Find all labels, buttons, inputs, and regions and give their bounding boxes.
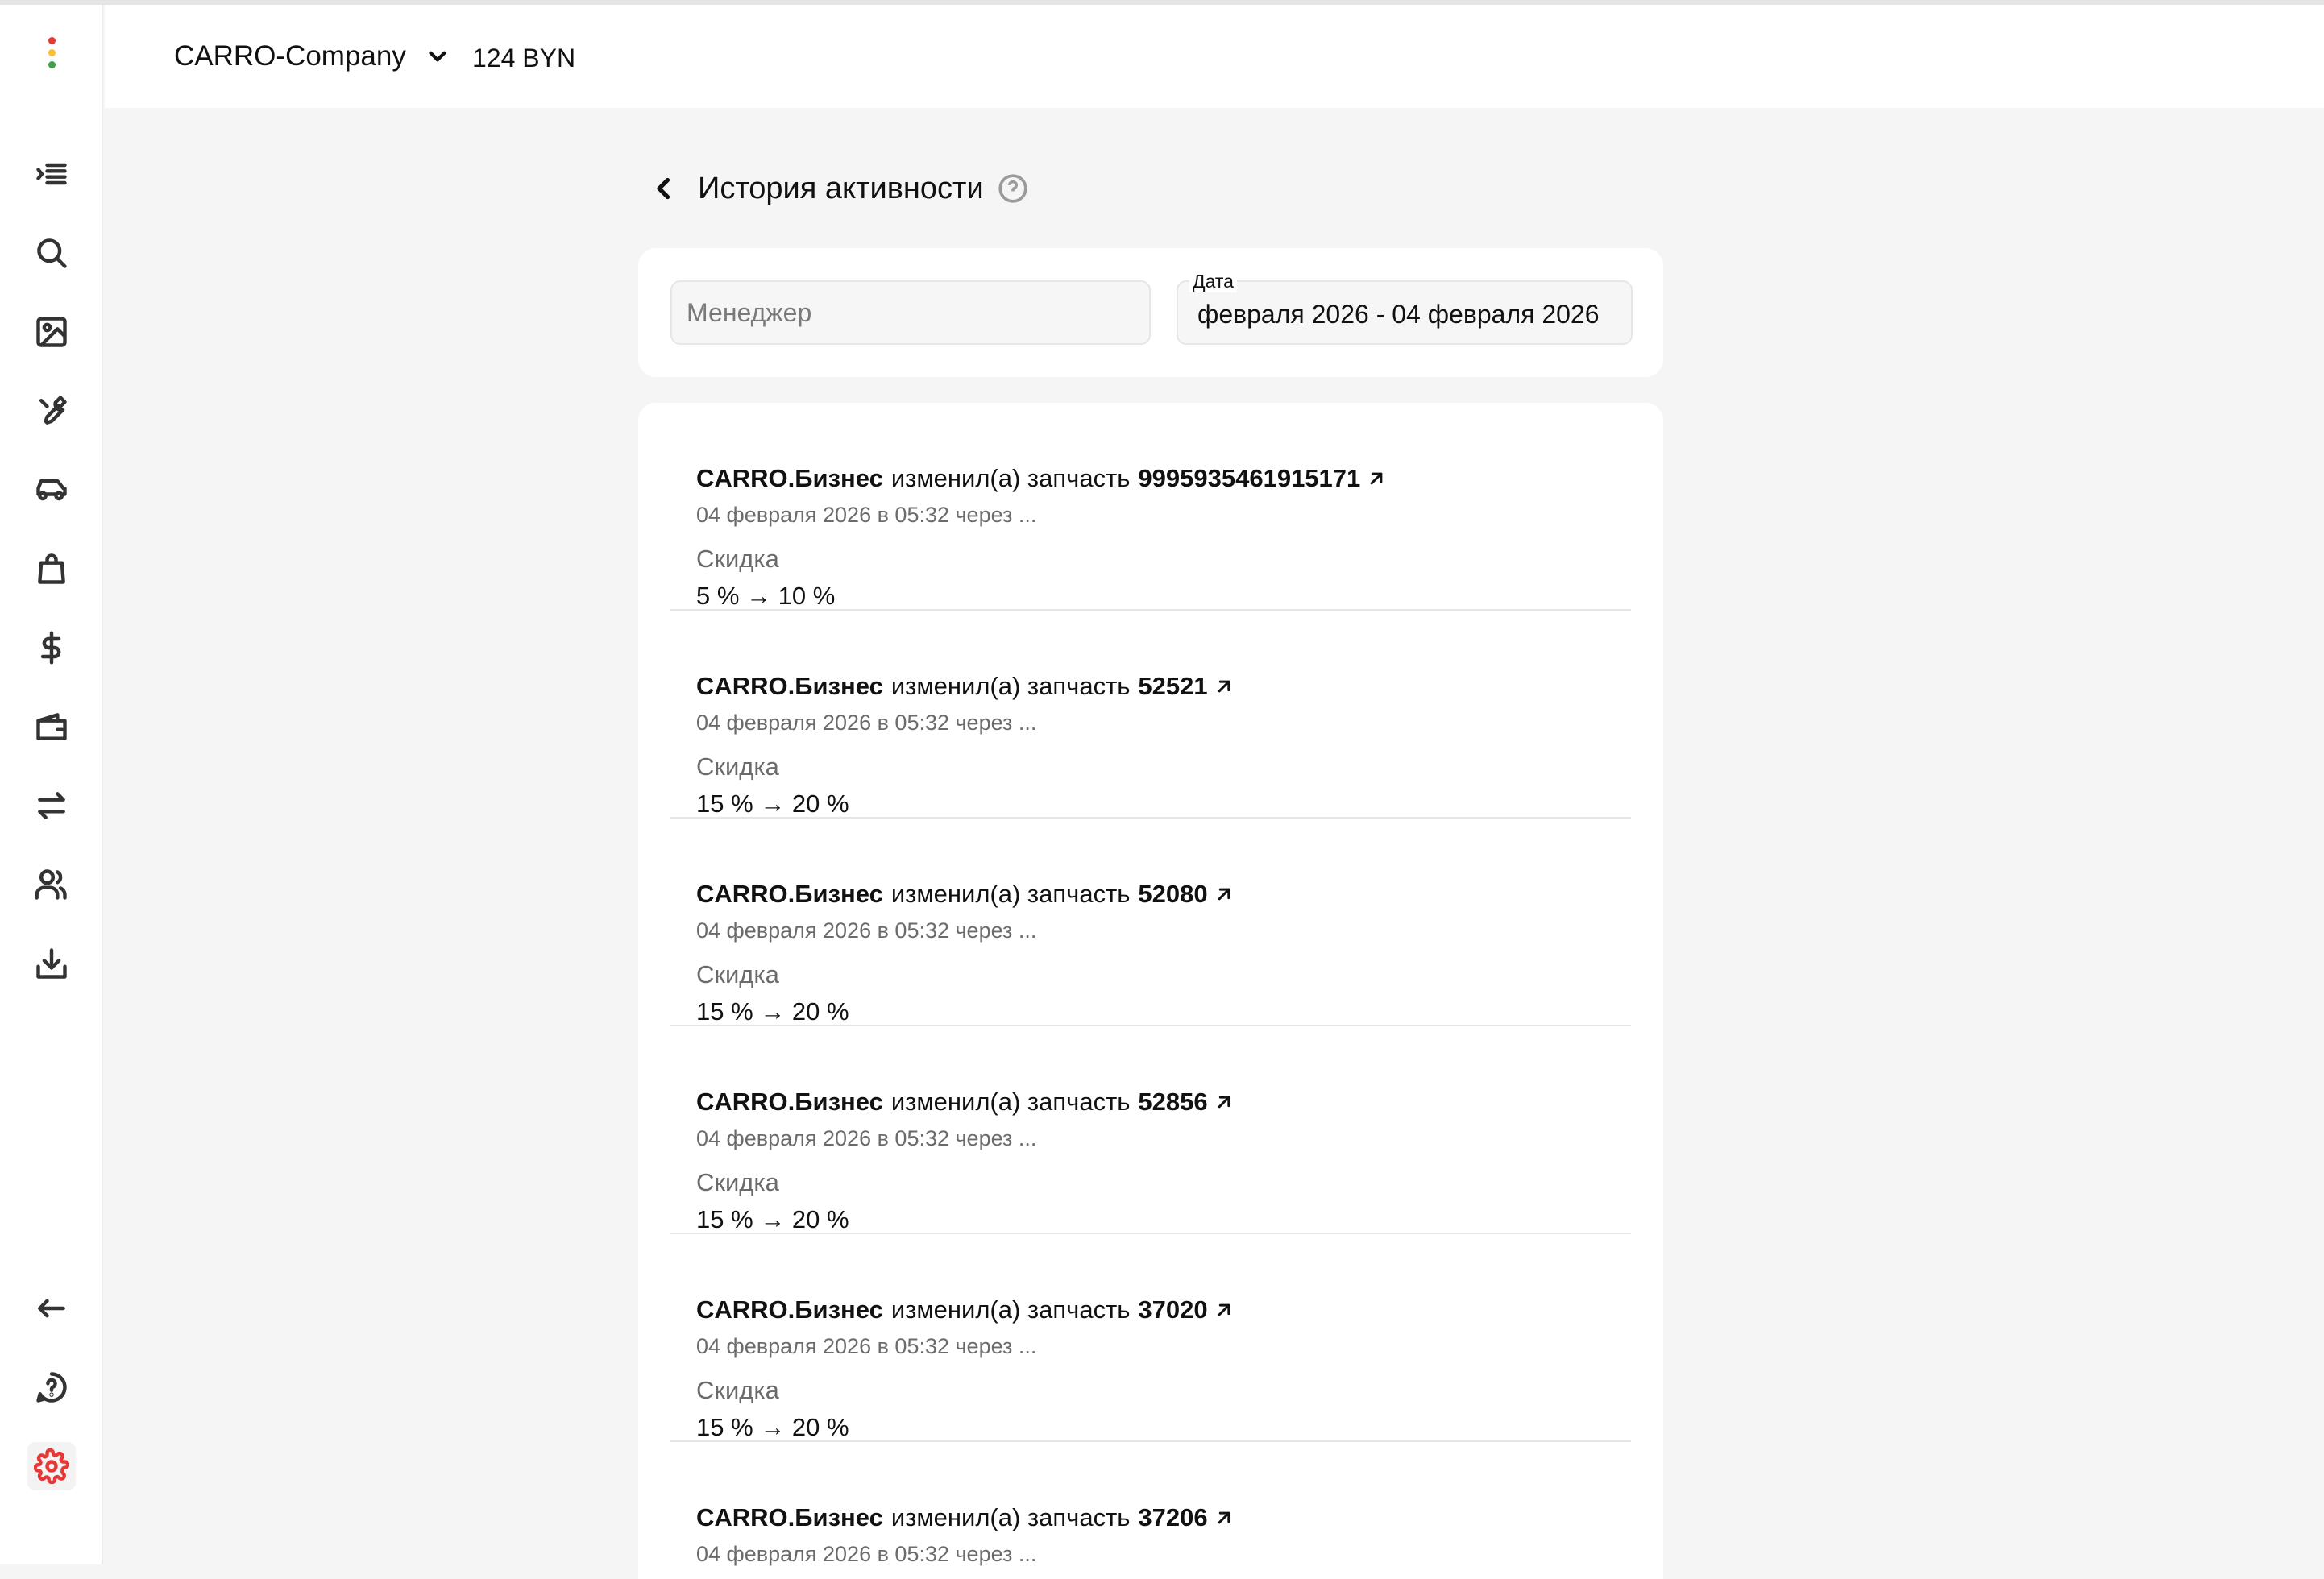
date-range-value: февраля 2026 - 04 февраля 2026 [1197, 300, 1600, 329]
external-link-icon[interactable] [1213, 1299, 1235, 1321]
logo-dot-yellow [48, 49, 56, 56]
car-icon[interactable] [27, 466, 76, 514]
entry-actor: CARRO.Бизнес [696, 1088, 883, 1116]
entry-actor: CARRO.Бизнес [696, 880, 883, 908]
entry-change-value: 15 % → 20 % [696, 997, 849, 1026]
entry-actor: CARRO.Бизнес [696, 672, 883, 700]
entry-title: CARRO.Бизнес изменил(а) запчасть 52521 [696, 672, 1235, 701]
entry-change-value: 15 % → 20 % [696, 790, 849, 818]
sidebar [0, 5, 103, 1564]
entry-timestamp: 04 февраля 2026 в 05:32 через ... [696, 1542, 1037, 1566]
entry-title: CARRO.Бизнес изменил(а) запчасть 37206 [696, 1503, 1235, 1532]
chevron-left-icon [657, 177, 670, 200]
company-selector[interactable]: CARRO-Company [174, 40, 451, 73]
entry-part-number: 37206 [1138, 1503, 1208, 1531]
activity-list: CARRO.Бизнес изменил(а) запчасть 9995935… [638, 403, 1663, 1579]
collapse-menu-icon[interactable] [27, 150, 76, 198]
search-icon[interactable] [27, 229, 76, 277]
entry-part-number: 52521 [1138, 672, 1208, 700]
dollar-icon[interactable] [27, 624, 76, 672]
entry-field-name: Скидка [696, 960, 779, 988]
entry-action: изменил(а) запчасть [890, 1503, 1131, 1531]
wallet-icon[interactable] [27, 702, 76, 751]
entry-field-name: Скидка [696, 1376, 779, 1404]
entry-actor: CARRO.Бизнес [696, 1503, 883, 1531]
entry-title: CARRO.Бизнес изменил(а) запчасть 52856 [696, 1088, 1235, 1117]
entry-actor: CARRO.Бизнес [696, 1295, 883, 1324]
date-range-field[interactable]: февраля 2026 - 04 февраля 2026 [1177, 280, 1633, 345]
users-icon[interactable] [27, 860, 76, 909]
external-link-icon[interactable] [1213, 883, 1235, 906]
page-header: История активности [645, 169, 1029, 208]
date-field-label: Дата [1189, 271, 1237, 292]
entry-action: изменил(а) запчасть [890, 1295, 1131, 1324]
logo-dot-red [48, 37, 56, 44]
entry-timestamp: 04 февраля 2026 в 05:32 через ... [696, 918, 1037, 943]
entry-action: изменил(а) запчасть [890, 1088, 1131, 1116]
entry-timestamp: 04 февраля 2026 в 05:32 через ... [696, 711, 1037, 735]
entry-part-number: 37020 [1138, 1295, 1208, 1324]
entry-actor: CARRO.Бизнес [696, 464, 883, 492]
entry-action: изменил(а) запчасть [890, 880, 1131, 908]
help-chat-icon[interactable] [27, 1363, 76, 1411]
entry-part-number: 9995935461915171 [1138, 464, 1361, 492]
entry-timestamp: 04 февраля 2026 в 05:32 через ... [696, 503, 1037, 527]
activity-entry: CARRO.Бизнес изменил(а) запчасть 37206 0… [670, 1442, 1631, 1579]
entry-part-number: 52080 [1138, 880, 1208, 908]
page-title: История активности [698, 171, 984, 205]
external-link-icon[interactable] [1213, 675, 1235, 698]
help-circle-icon[interactable] [997, 172, 1029, 205]
entry-field-name: Скидка [696, 545, 779, 573]
external-link-icon[interactable] [1213, 1091, 1235, 1113]
download-icon[interactable] [27, 939, 76, 988]
wrench-icon[interactable] [27, 387, 76, 435]
entry-change-value: 5 % → 10 % [696, 582, 836, 610]
settings-gear-icon[interactable] [27, 1442, 76, 1490]
logo-dot-green [48, 61, 56, 68]
entry-timestamp: 04 февраля 2026 в 05:32 через ... [696, 1126, 1037, 1150]
entry-field-name: Скидка [696, 752, 779, 781]
activity-entry: CARRO.Бизнес изменил(а) запчасть 52080 0… [670, 819, 1631, 1026]
external-link-icon[interactable] [1213, 1506, 1235, 1529]
manager-filter-field[interactable] [670, 280, 1151, 345]
entry-part-number: 52856 [1138, 1088, 1208, 1116]
entry-title: CARRO.Бизнес изменил(а) запчасть 52080 [696, 880, 1235, 909]
top-header: CARRO-Company 124 BYN [105, 5, 2324, 108]
manager-input[interactable] [672, 282, 1149, 343]
activity-entry: CARRO.Бизнес изменил(а) запчасть 52856 0… [670, 1026, 1631, 1234]
chevron-down-icon [429, 51, 446, 62]
entry-change-value: 15 % → 20 % [696, 1413, 849, 1441]
entry-action: изменил(а) запчасть [890, 672, 1131, 700]
external-link-icon[interactable] [1365, 467, 1388, 490]
filter-panel: февраля 2026 - 04 февраля 2026 Дата [638, 248, 1663, 377]
activity-entry: CARRO.Бизнес изменил(а) запчасть 9995935… [670, 403, 1631, 611]
entry-field-name: Скидка [696, 1168, 779, 1196]
activity-entry: CARRO.Бизнес изменил(а) запчасть 52521 0… [670, 611, 1631, 819]
account-balance: 124 BYN [472, 44, 576, 73]
activity-entry: CARRO.Бизнес изменил(а) запчасть 37020 0… [670, 1234, 1631, 1442]
transfer-arrows-icon[interactable] [27, 781, 76, 830]
entry-change-value: 15 % → 20 % [696, 1205, 849, 1233]
entry-timestamp: 04 февраля 2026 в 05:32 через ... [696, 1334, 1037, 1358]
logout-arrow-icon[interactable] [27, 1284, 76, 1332]
shopping-bag-icon[interactable] [27, 545, 76, 593]
entry-title: CARRO.Бизнес изменил(а) запчасть 37020 [696, 1295, 1235, 1324]
app-logo[interactable] [45, 37, 58, 77]
company-name: CARRO-Company [174, 40, 406, 72]
entry-action: изменил(а) запчасть [890, 464, 1131, 492]
image-icon[interactable] [27, 308, 76, 356]
entry-title: CARRO.Бизнес изменил(а) запчасть 9995935… [696, 464, 1388, 493]
back-button[interactable] [645, 169, 683, 208]
